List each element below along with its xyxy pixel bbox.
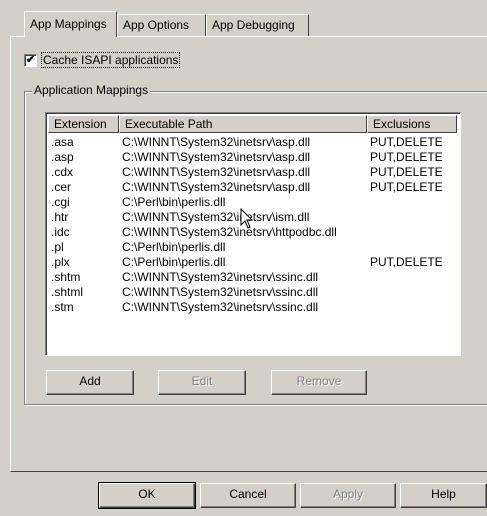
apply-button[interactable]: Apply [300, 483, 396, 508]
extension-cell: .cdx [51, 165, 74, 179]
path-cell: C:\WINNT\System32\inetsrv\ssinc.dll [122, 300, 319, 314]
table-row[interactable]: .pl C:\Perl\bin\perlis.dll [46, 240, 456, 255]
cancel-button[interactable]: Cancel [200, 483, 296, 508]
edit-button[interactable]: Edit [158, 370, 246, 395]
path-cell: C:\WINNT\System32\inetsrv\asp.dll [122, 135, 311, 149]
path-cell: C:\WINNT\System32\inetsrv\ism.dll [122, 210, 310, 224]
ok-button[interactable]: OK [98, 482, 196, 509]
table-row[interactable]: .cdx C:\WINNT\System32\inetsrv\asp.dll P… [46, 165, 456, 180]
path-cell: C:\WINNT\System32\inetsrv\ssinc.dll [122, 285, 319, 299]
extension-cell: .shtml [51, 285, 84, 299]
mouse-cursor-icon [240, 208, 254, 229]
table-row[interactable]: .cer C:\WINNT\System32\inetsrv\asp.dll P… [46, 180, 456, 195]
remove-button[interactable]: Remove [271, 370, 367, 395]
extension-cell: .asp [51, 150, 74, 164]
column-header-exclusions[interactable]: Exclusions [367, 115, 457, 133]
group-title: Application Mappings [32, 83, 151, 97]
cache-isapi-checkbox[interactable]: ✔ [24, 54, 37, 67]
path-cell: C:\WINNT\System32\inetsrv\ssinc.dll [122, 270, 319, 284]
table-row[interactable]: .asp C:\WINNT\System32\inetsrv\asp.dll P… [46, 150, 456, 165]
path-cell: C:\WINNT\System32\inetsrv\httpodbc.dll [122, 225, 337, 239]
path-cell: C:\Perl\bin\perlis.dll [122, 195, 226, 209]
cache-isapi-label[interactable]: Cache ISAPI applications [40, 52, 181, 68]
extension-cell: .stm [51, 300, 74, 314]
table-row[interactable]: .stm C:\WINNT\System32\inetsrv\ssinc.dll [46, 300, 456, 315]
path-cell: C:\WINNT\System32\inetsrv\asp.dll [122, 165, 311, 179]
exclusions-cell: PUT,DELETE [370, 255, 443, 269]
extension-cell: .asa [51, 135, 74, 149]
path-cell: C:\Perl\bin\perlis.dll [122, 255, 226, 269]
mappings-list[interactable]: Extension Executable Path Exclusions .as… [45, 112, 461, 356]
tab-label: App Debugging [212, 18, 295, 32]
help-button[interactable]: Help [400, 483, 487, 508]
tab-app-debugging[interactable]: App Debugging [206, 14, 309, 36]
column-header-executable-path[interactable]: Executable Path [119, 115, 367, 133]
table-row[interactable]: .shtml C:\WINNT\System32\inetsrv\ssinc.d… [46, 285, 456, 300]
extension-cell: .idc [51, 225, 70, 239]
table-row[interactable]: .shtm C:\WINNT\System32\inetsrv\ssinc.dl… [46, 270, 456, 285]
extension-cell: .plx [51, 255, 70, 269]
extension-cell: .cgi [51, 195, 70, 209]
extension-cell: .pl [51, 240, 64, 254]
tab-label: App Options [123, 18, 190, 32]
check-mark-icon: ✔ [25, 54, 36, 66]
tab-label: App Mappings [30, 17, 107, 31]
extension-cell: .cer [51, 180, 72, 194]
path-cell: C:\Perl\bin\perlis.dll [122, 240, 226, 254]
path-cell: C:\WINNT\System32\inetsrv\asp.dll [122, 150, 311, 164]
exclusions-cell: PUT,DELETE [370, 135, 443, 149]
tab-app-mappings[interactable]: App Mappings [24, 11, 117, 37]
exclusions-cell: PUT,DELETE [370, 180, 443, 194]
column-header-extension[interactable]: Extension [48, 115, 119, 133]
exclusions-cell: PUT,DELETE [370, 165, 443, 179]
extension-cell: .htr [51, 210, 69, 224]
tab-app-options[interactable]: App Options [117, 14, 206, 36]
exclusions-cell: PUT,DELETE [370, 150, 443, 164]
extension-cell: .shtm [51, 270, 81, 284]
path-cell: C:\WINNT\System32\inetsrv\asp.dll [122, 180, 311, 194]
table-row[interactable]: .plx C:\Perl\bin\perlis.dll PUT,DELETE [46, 255, 456, 270]
add-button[interactable]: Add [46, 370, 134, 395]
table-row[interactable]: .asa C:\WINNT\System32\inetsrv\asp.dll P… [46, 135, 456, 150]
